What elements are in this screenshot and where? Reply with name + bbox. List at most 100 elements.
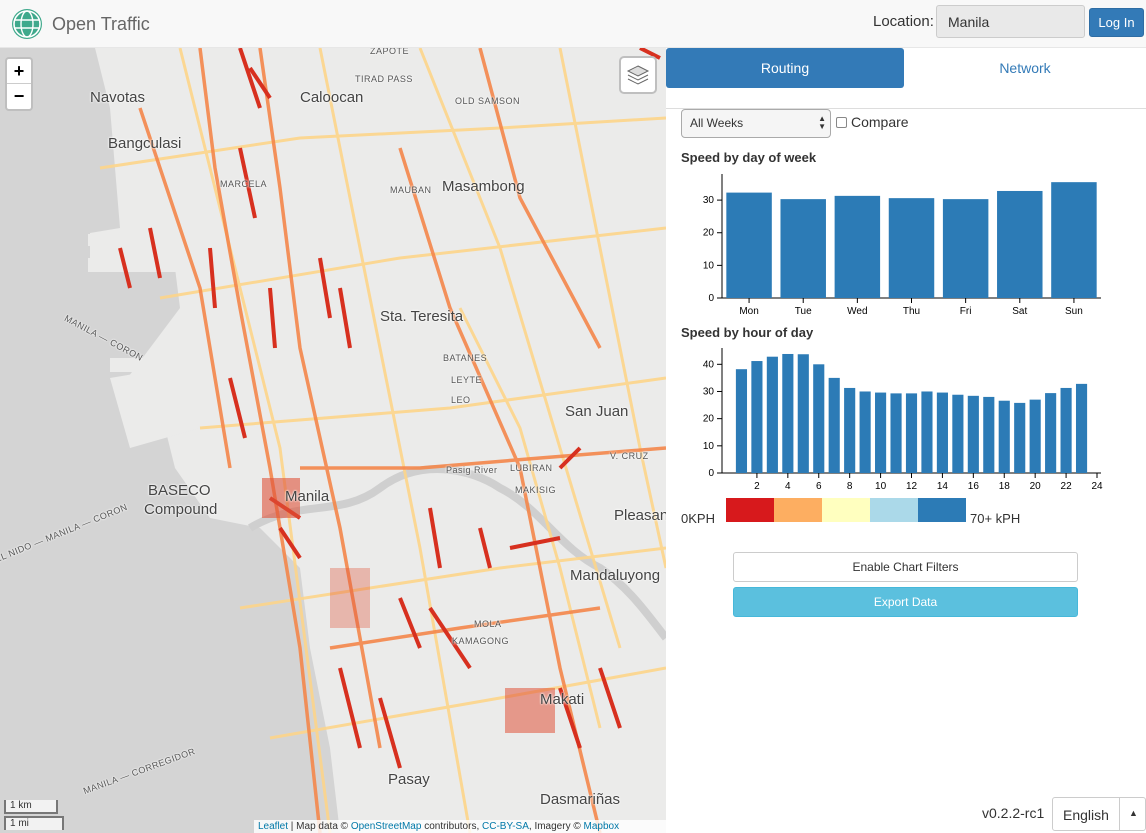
legend-swatch bbox=[822, 498, 870, 522]
tab-routing[interactable]: Routing bbox=[666, 48, 904, 88]
x-tick-label: 22 bbox=[1061, 481, 1073, 492]
bar bbox=[1029, 399, 1041, 473]
map-label: Manila bbox=[285, 488, 330, 505]
bar bbox=[1060, 387, 1072, 473]
y-tick-label: 30 bbox=[703, 386, 715, 397]
legend-max-label: 70+ kPH bbox=[970, 510, 1021, 526]
legend-swatch bbox=[774, 498, 822, 522]
x-tick-label: 6 bbox=[816, 481, 822, 492]
map-tiles bbox=[0, 48, 666, 833]
bar bbox=[936, 392, 948, 473]
map-label: MARCELA bbox=[220, 179, 268, 189]
divider bbox=[1119, 798, 1120, 830]
x-tick-label: Fri bbox=[960, 306, 972, 317]
x-tick-label: 2 bbox=[754, 481, 760, 492]
map-label: LEO bbox=[451, 395, 471, 405]
scale-bar-mi: 1 mi bbox=[4, 816, 64, 830]
location-label: Location: bbox=[873, 13, 934, 30]
bar bbox=[859, 391, 871, 473]
week-select-value: All Weeks bbox=[690, 116, 744, 130]
top-navbar: Open Traffic Location: Log In bbox=[0, 0, 1146, 48]
bar bbox=[875, 392, 887, 473]
map-label: V. CRUZ bbox=[610, 451, 649, 461]
map-label: Pasay bbox=[388, 771, 430, 788]
login-button[interactable]: Log In bbox=[1089, 8, 1144, 37]
bar bbox=[952, 394, 964, 473]
map-label: Caloocan bbox=[300, 89, 364, 106]
traffic-map[interactable]: + − Navotas Caloocan Bangculasi Masambon… bbox=[0, 48, 666, 833]
map-attribution: Leaflet | Map data © OpenStreetMap contr… bbox=[254, 820, 666, 833]
bar bbox=[834, 195, 881, 298]
brand[interactable]: Open Traffic bbox=[12, 9, 150, 39]
zoom-out-button[interactable]: − bbox=[7, 84, 31, 109]
map-label: LEYTE bbox=[451, 375, 483, 385]
bar bbox=[726, 192, 772, 298]
map-label: LUBIRAN bbox=[510, 463, 553, 473]
bar bbox=[735, 369, 748, 473]
x-tick-label: Wed bbox=[847, 306, 867, 317]
bar bbox=[751, 361, 763, 473]
map-label: San Juan bbox=[565, 403, 629, 420]
version-label: v0.2.2-rc1 bbox=[982, 805, 1045, 821]
y-tick-label: 0 bbox=[708, 293, 714, 304]
language-select[interactable]: English ▲ bbox=[1052, 797, 1146, 831]
export-data-button[interactable]: Export Data bbox=[733, 587, 1078, 617]
zoom-in-button[interactable]: + bbox=[7, 59, 31, 84]
bar bbox=[1051, 182, 1097, 298]
map-label: Mandaluyong bbox=[570, 567, 661, 584]
x-tick-label: 4 bbox=[785, 481, 791, 492]
map-label: BATANES bbox=[443, 353, 488, 363]
globe-logo-icon bbox=[12, 9, 42, 39]
x-tick-label: 14 bbox=[937, 481, 949, 492]
bar bbox=[1075, 383, 1088, 473]
y-tick-label: 0 bbox=[708, 468, 714, 479]
map-label: OLD SAMSON bbox=[455, 96, 521, 106]
map-label: Pleasan bbox=[614, 507, 666, 524]
x-tick-label: Thu bbox=[903, 306, 920, 317]
map-label: BASECO bbox=[148, 482, 211, 499]
scale-bar-km: 1 km bbox=[4, 800, 58, 814]
bar bbox=[890, 393, 902, 473]
bar bbox=[766, 356, 778, 473]
bar bbox=[998, 400, 1010, 473]
day-of-week-chart: 0 10 20 30 Mon Tue Wed Thu Fri Sat Sun bbox=[703, 174, 1101, 317]
y-tick-label: 10 bbox=[703, 441, 715, 452]
bar bbox=[1045, 393, 1057, 473]
location-input[interactable] bbox=[936, 5, 1085, 38]
x-tick-label: Tue bbox=[795, 306, 812, 317]
bar bbox=[888, 198, 935, 298]
compare-toggle[interactable]: Compare bbox=[836, 114, 909, 130]
day-chart-title: Speed by day of week bbox=[681, 150, 817, 165]
bar bbox=[828, 377, 840, 473]
bar bbox=[967, 395, 979, 473]
compare-label: Compare bbox=[851, 114, 909, 130]
map-label: Compound bbox=[144, 501, 218, 518]
x-tick-label: 8 bbox=[847, 481, 853, 492]
map-label: MAKISIG bbox=[515, 485, 557, 495]
layers-icon[interactable] bbox=[619, 56, 657, 94]
license-link[interactable]: CC-BY-SA bbox=[482, 821, 529, 832]
map-label: Bangculasi bbox=[108, 135, 182, 152]
compare-checkbox[interactable] bbox=[836, 116, 847, 128]
mapbox-link[interactable]: Mapbox bbox=[584, 821, 620, 832]
osm-link[interactable]: OpenStreetMap bbox=[351, 821, 422, 832]
legend-min-label: 0KPH bbox=[681, 510, 715, 526]
x-tick-label: 18 bbox=[999, 481, 1011, 492]
caret-up-icon: ▲ bbox=[1129, 808, 1138, 818]
y-tick-label: 20 bbox=[703, 414, 715, 425]
bar bbox=[997, 190, 1043, 298]
attribution-text: contributors, bbox=[421, 821, 483, 832]
bar bbox=[797, 354, 809, 473]
bar bbox=[780, 199, 826, 298]
y-tick-label: 20 bbox=[703, 228, 715, 239]
language-value: English bbox=[1063, 807, 1109, 823]
x-tick-label: 16 bbox=[968, 481, 980, 492]
leaflet-link[interactable]: Leaflet bbox=[258, 821, 288, 832]
map-label: MAUBAN bbox=[390, 185, 432, 195]
tab-network[interactable]: Network bbox=[904, 48, 1146, 88]
week-select[interactable]: All Weeks ▲ ▼ bbox=[681, 109, 831, 138]
bar bbox=[942, 199, 989, 298]
x-tick-label: 12 bbox=[906, 481, 918, 492]
enable-chart-filters-button[interactable]: Enable Chart Filters bbox=[733, 552, 1078, 582]
x-tick-label: Sun bbox=[1065, 306, 1083, 317]
